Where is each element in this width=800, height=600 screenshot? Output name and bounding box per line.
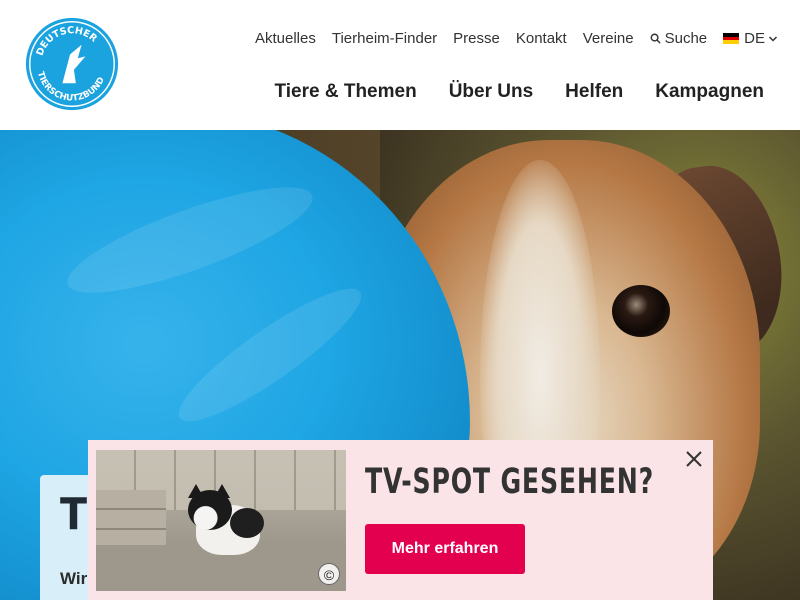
copyright-icon[interactable]: ©: [318, 563, 340, 585]
popup-heading: TV-SPOT GESEHEN?: [365, 462, 655, 502]
topnav-presse[interactable]: Presse: [453, 30, 500, 47]
language-selector[interactable]: DE: [723, 30, 778, 47]
topnav-aktuelles[interactable]: Aktuelles: [255, 30, 316, 47]
tv-spot-popup: © TV-SPOT GESEHEN? Mehr erfahren: [88, 440, 713, 600]
kitten-head: [188, 490, 232, 530]
topnav-vereine[interactable]: Vereine: [583, 30, 634, 47]
mainnav-kampagnen[interactable]: Kampagnen: [655, 81, 764, 103]
search-label: Suche: [664, 30, 708, 47]
hero-subtitle: Wir: [60, 569, 88, 588]
chevron-down-icon: [768, 35, 778, 42]
kitten-photo: ©: [96, 450, 346, 591]
topnav-tierheim-finder[interactable]: Tierheim-Finder: [332, 30, 437, 47]
topnav-kontakt[interactable]: Kontakt: [516, 30, 567, 47]
main-navigation: Tiere & Themen Über Uns Helfen Kampagnen: [243, 81, 765, 103]
search-icon: [650, 33, 661, 44]
german-flag-icon: [723, 33, 740, 44]
dog-eye-right: [612, 285, 670, 337]
search-button[interactable]: Suche: [650, 30, 708, 47]
site-header: DEUTSCHER TIERSCHUTZBUND Aktuelles Tierh…: [0, 0, 800, 130]
top-navigation: Aktuelles Tierheim-Finder Presse Kontakt…: [239, 30, 778, 47]
mainnav-tiere-themen[interactable]: Tiere & Themen: [275, 81, 417, 103]
close-icon[interactable]: [683, 448, 705, 470]
language-label: DE: [744, 30, 765, 47]
mainnav-helfen[interactable]: Helfen: [565, 81, 623, 103]
tierschutzbund-logo[interactable]: DEUTSCHER TIERSCHUTZBUND: [24, 16, 120, 112]
kitten-spot: [230, 508, 264, 538]
mehr-erfahren-button[interactable]: Mehr erfahren: [365, 524, 525, 574]
mainnav-ueber-uns[interactable]: Über Uns: [449, 81, 533, 103]
